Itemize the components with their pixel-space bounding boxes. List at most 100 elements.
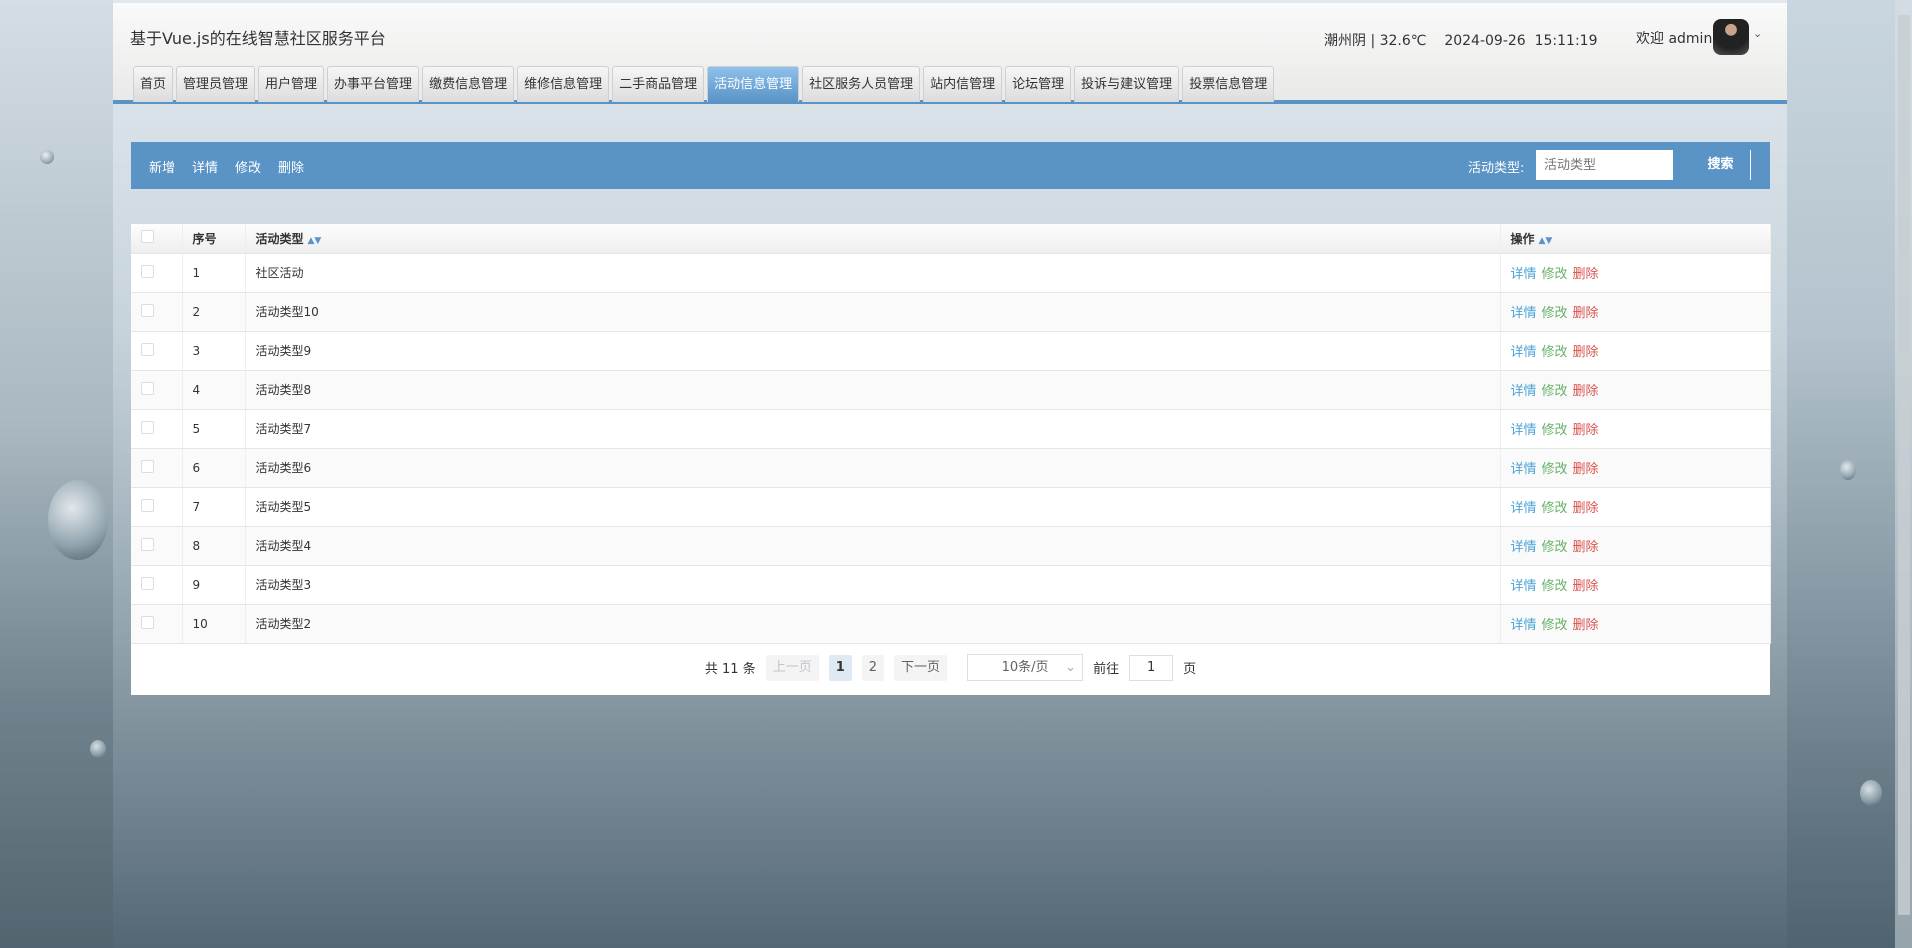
row-edit-link[interactable]: 修改 [1542,462,1568,477]
table-row[interactable]: 3 活动类型9 详情 修改 删除 [131,331,1771,371]
table-row[interactable]: 1 社区活动 详情 修改 删除 [131,253,1771,293]
weather-datetime: 潮州阴 | 32.6℃ 2024-09-26 15:11:19 [1324,30,1598,50]
row-delete-link[interactable]: 删除 [1573,618,1599,633]
table-row[interactable]: 6 活动类型6 详情 修改 删除 [131,448,1771,488]
row-index: 6 [182,448,246,488]
table-row[interactable]: 9 活动类型3 详情 修改 删除 [131,565,1771,605]
table-card: 序号 活动类型 ▲▼ 操作 ▲▼ 1 社区活动 详情 修改 删除 2 活动类型10 详情… [131,224,1771,695]
row-edit-link[interactable]: 修改 [1542,384,1568,399]
row-delete-link[interactable]: 删除 [1573,579,1599,594]
goto-page-input[interactable]: 1 [1129,654,1174,681]
row-delete-link[interactable]: 删除 [1573,306,1599,321]
row-delete-link[interactable]: 删除 [1573,462,1599,477]
row-detail-link[interactable]: 详情 [1511,267,1537,282]
row-type: 活动类型4 [245,526,1501,566]
row-delete-link[interactable]: 删除 [1573,501,1599,516]
table-row[interactable]: 5 活动类型7 详情 修改 删除 [131,409,1771,449]
row-checkbox[interactable] [141,576,154,590]
row-detail-link[interactable]: 详情 [1511,462,1537,477]
scrollbar-thumb[interactable] [1898,15,1910,915]
row-checkbox[interactable] [141,342,154,356]
tab-12[interactable]: 投票信息管理 [1182,66,1275,102]
tab-1[interactable]: 管理员管理 [176,66,256,102]
header: 基于Vue.js的在线智慧社区服务平台 潮州阴 | 32.6℃ 2024-09-… [113,3,1787,104]
detail-button[interactable]: 详情 [192,157,218,176]
row-checkbox[interactable] [141,615,154,629]
prev-page-button[interactable]: 上一页 [765,654,819,681]
table-row[interactable]: 7 活动类型5 详情 修改 删除 [131,487,1771,527]
row-delete-link[interactable]: 删除 [1573,267,1599,282]
row-edit-link[interactable]: 修改 [1542,579,1568,594]
tab-10[interactable]: 论坛管理 [1005,66,1072,102]
select-all-checkbox[interactable] [141,230,154,244]
tab-3[interactable]: 办事平台管理 [327,66,420,102]
row-type: 活动类型5 [245,487,1501,527]
page-2[interactable]: 2 [861,654,885,681]
row-edit-link[interactable]: 修改 [1542,423,1568,438]
row-detail-link[interactable]: 详情 [1511,618,1537,633]
tab-4[interactable]: 缴费信息管理 [422,66,515,102]
row-detail-link[interactable]: 详情 [1511,384,1537,399]
tab-6[interactable]: 二手商品管理 [612,66,705,102]
page-1[interactable]: 1 [828,654,852,681]
table-row[interactable]: 8 活动类型4 详情 修改 删除 [131,526,1771,566]
next-page-button[interactable]: 下一页 [894,654,948,681]
row-checkbox[interactable] [141,498,154,512]
row-edit-link[interactable]: 修改 [1542,501,1568,516]
search-input[interactable] [1536,150,1673,180]
search-button[interactable]: 搜索 [1691,150,1751,180]
header-type-label: 活动类型 [255,231,304,246]
edit-button[interactable]: 修改 [235,157,261,176]
row-checkbox[interactable] [141,381,154,395]
tab-9[interactable]: 站内信管理 [923,66,1003,102]
tab-11[interactable]: 投诉与建议管理 [1074,66,1180,102]
table-row[interactable]: 10 活动类型2 详情 修改 删除 [131,604,1771,644]
row-edit-link[interactable]: 修改 [1542,345,1568,360]
add-button[interactable]: 新增 [149,157,175,176]
row-detail-link[interactable]: 详情 [1511,540,1537,555]
tab-7[interactable]: 活动信息管理 [707,66,800,102]
row-edit-link[interactable]: 修改 [1542,618,1568,633]
page-size-value: 10条/页 [1001,660,1049,675]
row-type: 活动类型9 [245,331,1501,371]
row-delete-link[interactable]: 删除 [1573,384,1599,399]
row-edit-link[interactable]: 修改 [1542,267,1568,282]
page-size-select[interactable]: 10条/页 ⌄ [967,654,1084,681]
row-checkbox[interactable] [141,264,154,278]
table-row[interactable]: 2 活动类型10 详情 修改 删除 [131,292,1771,332]
row-index: 7 [182,487,246,527]
row-checkbox[interactable] [141,459,154,473]
row-delete-link[interactable]: 删除 [1573,540,1599,555]
tab-8[interactable]: 社区服务人员管理 [802,66,921,102]
tab-2[interactable]: 用户管理 [258,66,325,102]
chevron-down-icon: ⌄ [1065,660,1077,675]
tab-0[interactable]: 首页 [133,66,174,102]
row-detail-link[interactable]: 详情 [1511,306,1537,321]
row-detail-link[interactable]: 详情 [1511,501,1537,516]
row-detail-link[interactable]: 详情 [1511,579,1537,594]
row-edit-link[interactable]: 修改 [1542,540,1568,555]
raindrop [48,480,108,560]
avatar[interactable] [1713,19,1749,55]
row-type: 活动类型10 [245,292,1501,332]
tab-5[interactable]: 维修信息管理 [517,66,610,102]
sort-icon[interactable]: ▲▼ [1539,236,1553,246]
delete-button[interactable]: 删除 [278,157,304,176]
sort-icon[interactable]: ▲▼ [308,236,322,246]
raindrop [90,740,106,758]
row-checkbox[interactable] [141,420,154,434]
row-detail-link[interactable]: 详情 [1511,423,1537,438]
chevron-down-icon[interactable]: ⌄ [1753,27,1762,40]
row-detail-link[interactable]: 详情 [1511,345,1537,360]
row-checkbox[interactable] [141,537,154,551]
header-type[interactable]: 活动类型 ▲▼ [245,224,1501,254]
row-index: 2 [182,292,246,332]
row-delete-link[interactable]: 删除 [1573,345,1599,360]
raindrop [40,150,54,164]
table-row[interactable]: 4 活动类型8 详情 修改 删除 [131,370,1771,410]
scrollbar[interactable] [1895,0,1912,948]
row-delete-link[interactable]: 删除 [1573,423,1599,438]
header-ops[interactable]: 操作 ▲▼ [1500,224,1771,254]
row-edit-link[interactable]: 修改 [1542,306,1568,321]
row-checkbox[interactable] [141,303,154,317]
